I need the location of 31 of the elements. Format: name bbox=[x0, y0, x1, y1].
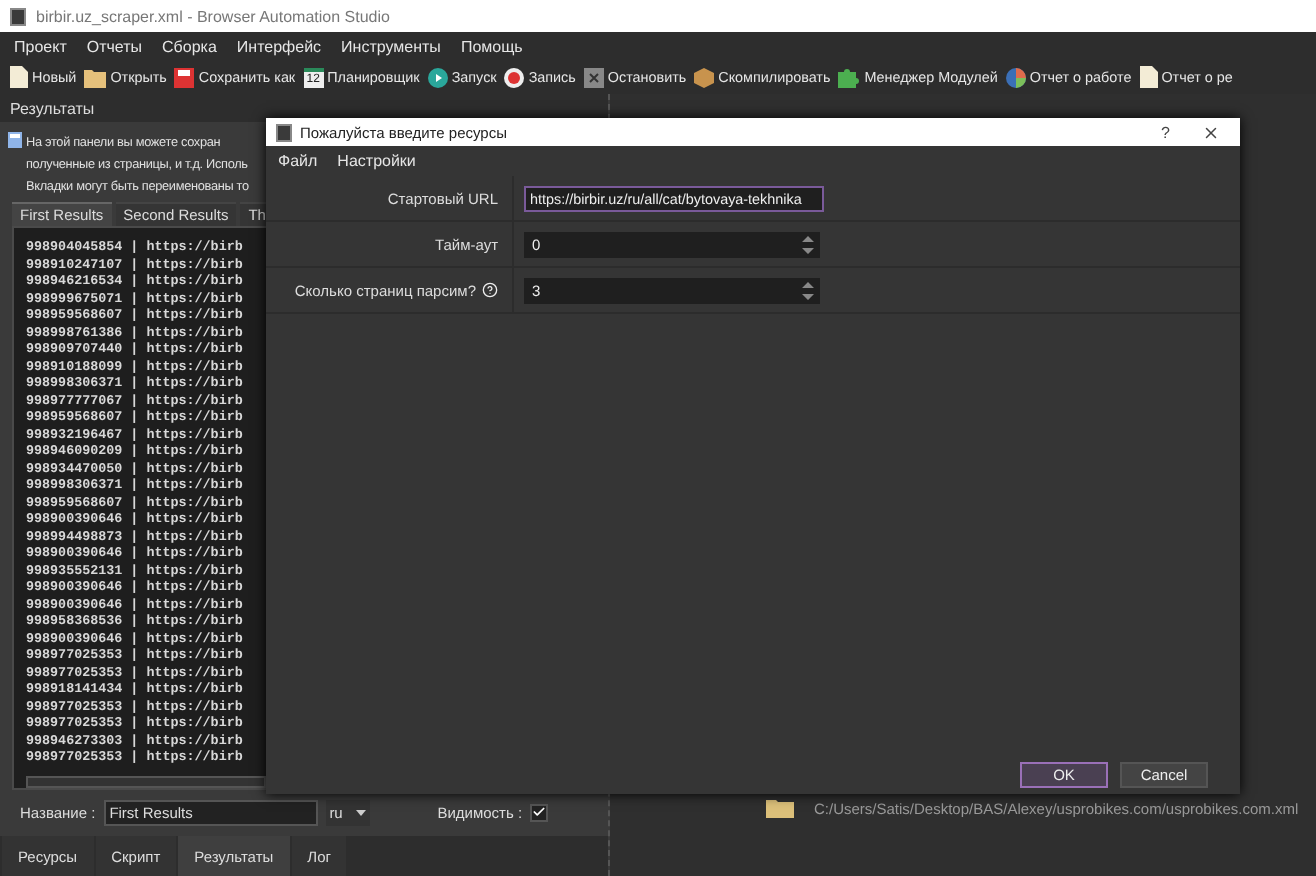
caret-icon bbox=[355, 809, 366, 815]
help-icon[interactable] bbox=[482, 282, 498, 298]
help-button[interactable]: ? bbox=[1137, 123, 1194, 141]
horizontal-scrollbar[interactable] bbox=[26, 776, 266, 788]
menu-item[interactable]: Отчеты bbox=[86, 37, 143, 55]
play-icon bbox=[427, 67, 448, 87]
document-icon bbox=[1139, 66, 1158, 88]
folder-icon bbox=[766, 798, 794, 818]
puzzle-icon bbox=[838, 67, 861, 87]
box-icon bbox=[694, 67, 715, 87]
document-icon bbox=[10, 66, 28, 88]
app-icon bbox=[276, 123, 292, 141]
menu-item[interactable]: Файл bbox=[278, 152, 318, 170]
app-icon bbox=[10, 7, 26, 25]
visibility-checkbox[interactable] bbox=[530, 803, 549, 821]
spin-arrows-icon[interactable] bbox=[802, 233, 814, 255]
menu-item[interactable]: Настройки bbox=[337, 152, 416, 170]
close-button[interactable] bbox=[1202, 123, 1220, 141]
folder-icon bbox=[84, 67, 107, 87]
menu-item[interactable]: Сборка bbox=[162, 37, 217, 55]
window-title: birbir.uz_scraper.xml - Browser Automation Studio bbox=[36, 7, 390, 25]
menu-item[interactable]: Инструменты bbox=[341, 37, 441, 55]
info-icon bbox=[8, 132, 22, 148]
menu-item[interactable]: Проект bbox=[14, 37, 67, 55]
menu-item[interactable]: Интерфейс bbox=[236, 37, 322, 55]
stop-icon bbox=[583, 67, 604, 87]
menu-item[interactable]: Помощь bbox=[460, 37, 523, 55]
pie-chart-icon bbox=[1005, 67, 1026, 87]
spin-arrows-icon[interactable] bbox=[802, 279, 814, 301]
panel-title: Результаты bbox=[0, 94, 608, 122]
record-icon bbox=[504, 67, 525, 87]
